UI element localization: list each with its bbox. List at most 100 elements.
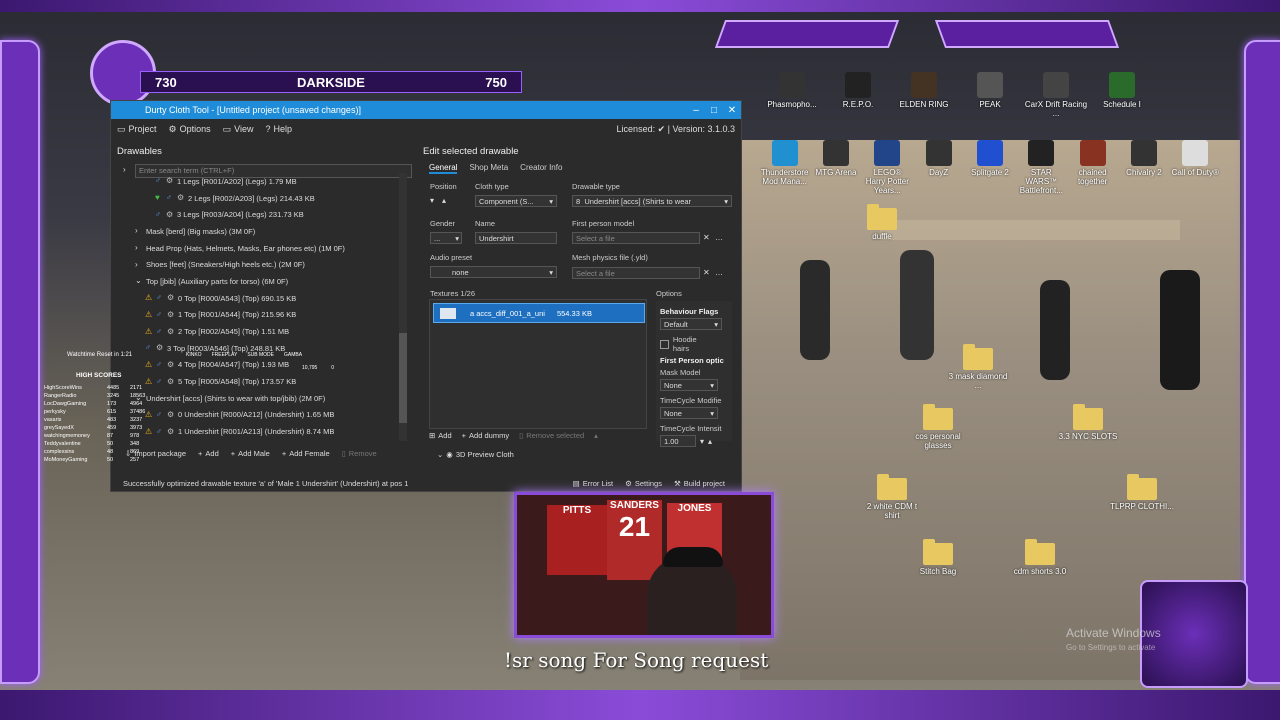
tree-item-label: 5 Top [R005/A548] (Top) 173.57 KB: [178, 377, 297, 387]
tree-item[interactable]: › Shoes [feet] (Sneakers/High heels etc.)…: [125, 256, 405, 273]
add-female-button[interactable]: + Add Female: [282, 449, 330, 458]
desktop-folder[interactable]: 3.3 NYC SLOTS: [1056, 404, 1120, 441]
remove-button[interactable]: ▯ Remove: [342, 449, 377, 458]
drawable-type-select[interactable]: 8 Undershirt [accs] (Shirts to wear ▾: [572, 195, 732, 207]
desktop-icon[interactable]: Schedule I: [1090, 72, 1154, 132]
arrow-down-icon[interactable]: ▾: [700, 437, 704, 446]
add-button[interactable]: + Add: [198, 449, 219, 458]
desktop-icon[interactable]: Thunderstore Mod Mana...: [760, 140, 809, 200]
tree-item[interactable]: ♥ ♂ ⚙ 2 Legs [R002/A203] (Legs) 214.43 KB: [125, 190, 405, 207]
tab-creator-info[interactable]: Creator Info: [520, 163, 562, 174]
fp-model-input[interactable]: Select a file: [572, 232, 700, 244]
score-left: 730: [155, 74, 177, 90]
clear-icon[interactable]: ✕: [703, 233, 710, 242]
player-name: HighScoreWins: [44, 385, 82, 391]
intensity-stepper[interactable]: 1.00 ▾ ▴: [660, 435, 732, 447]
tree-item[interactable]: › Head Prop (Hats, Helmets, Masks, Ear ph…: [125, 240, 405, 257]
preview-3d-label: 3D Preview Cloth: [455, 450, 514, 459]
hoodie-checkbox[interactable]: [660, 339, 669, 349]
desktop-icon[interactable]: DayZ: [914, 140, 963, 200]
hoodie-checkbox-row[interactable]: Hoodie hairs: [656, 330, 714, 353]
tree-item[interactable]: ♂ ⚙ 3 Legs [R003/A204] (Legs) 231.73 KB: [125, 206, 405, 223]
desktop-folder[interactable]: duffle: [850, 204, 914, 241]
tree-item[interactable]: ⚠ ♂ ⚙ 0 Top [R000/A543] (Top) 690.15 KB: [125, 290, 405, 307]
desktop-icon[interactable]: R.E.P.O.: [826, 72, 890, 132]
menu-project[interactable]: ▭ Project: [111, 124, 163, 135]
build-project-button[interactable]: ⚒ Build project: [674, 479, 725, 488]
tree-item[interactable]: ⚠ ♂ ⚙ 5 Top [R005/A548] (Top) 173.57 KB: [125, 373, 405, 390]
texture-buttons: ⊞ Add + Add dummy ▯ Remove selected ▴: [429, 431, 598, 440]
desktop-icon[interactable]: PEAK: [958, 72, 1022, 132]
tree-item[interactable]: ⚠ ♂ ⚙ 0 Undershirt [R000/A212] (Undershirt)…: [125, 407, 405, 424]
desktop-folder[interactable]: 2 white CDM t shirt: [860, 474, 924, 520]
scrollbar-thumb[interactable]: [399, 333, 407, 423]
menu-help[interactable]: ? Help: [260, 124, 299, 134]
tree-item[interactable]: › Mask [berd] (Big masks) (3M 0F): [125, 223, 405, 240]
maximize-button[interactable]: □: [705, 105, 723, 116]
tab-shop-meta[interactable]: Shop Meta: [469, 163, 508, 174]
add-dummy-button[interactable]: + Add dummy: [462, 431, 509, 440]
audio-preset-select[interactable]: none ▾: [430, 266, 557, 278]
arrow-down-icon[interactable]: ▾: [430, 196, 434, 205]
tree-scrollbar[interactable]: [399, 173, 407, 441]
desktop-icon[interactable]: Call of Duty®: [1171, 140, 1220, 200]
desktop-icon[interactable]: Splitgate 2: [965, 140, 1014, 200]
tab-general[interactable]: General: [429, 163, 458, 174]
desktop-icon[interactable]: MTG Arena: [811, 140, 860, 200]
remove-selected-button[interactable]: ▯ Remove selected: [519, 431, 584, 440]
minimize-button[interactable]: –: [687, 105, 705, 116]
desktop-icon[interactable]: Phasmopho...: [760, 72, 824, 132]
clear-icon[interactable]: ✕: [703, 268, 710, 277]
desktop-icon[interactable]: chained together: [1068, 140, 1117, 200]
player-score: 48: [107, 449, 114, 455]
tree-item[interactable]: ♂ ⚙ 1 Legs [R001/A202] (Legs) 1.79 MB: [125, 173, 405, 190]
browse-button[interactable]: …: [715, 268, 723, 277]
menu-options[interactable]: ⚙ Options: [163, 124, 217, 135]
arrow-up-icon[interactable]: ▴: [442, 196, 446, 205]
intensity-value[interactable]: 1.00: [660, 435, 696, 447]
warning-icon: ⚠: [145, 293, 153, 303]
mask-model-select[interactable]: None ▾: [660, 379, 718, 391]
physics-input[interactable]: Select a file: [572, 267, 700, 279]
tree-item[interactable]: ⚠ ♂ ⚙ 1 Undershirt [R001/A213] (Undershirt)…: [125, 423, 405, 440]
texture-item-selected[interactable]: a accs_diff_001_a_uni 554.33 KB: [433, 303, 645, 323]
desktop-folder[interactable]: Stitch Bag: [906, 539, 970, 576]
add-texture-button[interactable]: ⊞ Add: [429, 431, 452, 440]
edit-drawable-title: Edit selected drawable: [423, 146, 519, 157]
position-stepper[interactable]: ▾ ▴: [430, 196, 446, 205]
tree-item[interactable]: ⌄ Top [jbib] (Auxiliary parts for torso) …: [125, 273, 405, 290]
male-icon: ♂: [156, 376, 162, 386]
chevron-up-icon[interactable]: ▴: [594, 431, 598, 440]
desktop-folder[interactable]: cos personal glasses: [906, 404, 970, 450]
window-titlebar: Durty Cloth Tool - [Untitled project (un…: [111, 101, 741, 119]
desktop-icon-label: MTG Arena: [815, 168, 857, 177]
close-button[interactable]: ✕: [723, 105, 741, 116]
settings-label: Settings: [634, 478, 662, 488]
desktop-folder[interactable]: cdm shorts 3.0: [1008, 539, 1072, 576]
behaviour-select[interactable]: Default ▾: [660, 318, 722, 330]
desktop-icon-label: STAR WARS™ Battlefront...: [1019, 168, 1063, 195]
desktop-icon[interactable]: ELDEN RING: [892, 72, 956, 132]
desktop-folder[interactable]: TLPRP CLOTHI...: [1110, 474, 1174, 511]
tree-item[interactable]: ⚠ ♂ ⚙ 4 Top [R004/A547] (Top) 1.93 MB: [125, 357, 405, 374]
cloth-type-select[interactable]: Component (S... ▾: [475, 195, 557, 207]
tree-item[interactable]: ⚠ ♂ ⚙ 1 Top [R001/A544] (Top) 215.96 KB: [125, 307, 405, 324]
browse-button[interactable]: …: [715, 233, 723, 242]
gender-select[interactable]: ... ▾: [430, 232, 462, 244]
desktop-icon[interactable]: STAR WARS™ Battlefront...: [1017, 140, 1066, 200]
desktop-icon[interactable]: CarX Drift Racing ...: [1024, 72, 1088, 132]
add-male-button[interactable]: + Add Male: [231, 449, 270, 458]
name-input[interactable]: Undershirt: [475, 232, 557, 244]
tree-item[interactable]: ⚠ ♂ ⚙ 2 Top [R002/A545] (Top) 1.51 MB: [125, 323, 405, 340]
desktop-icon[interactable]: LEGO® Harry Potter Years...: [863, 140, 912, 200]
desktop-icon[interactable]: Chivalry 2: [1119, 140, 1168, 200]
tree-item[interactable]: ⌄ Undershirt [accs] (Shirts to wear with …: [125, 390, 405, 407]
desktop-folder[interactable]: 3 mask diamond ...: [946, 344, 1010, 390]
preview-3d-toggle[interactable]: ⌄ ◉ 3D Preview Cloth: [437, 450, 514, 459]
menu-view[interactable]: ▭ View: [217, 124, 260, 135]
mask-model-label: Mask Model: [660, 368, 701, 377]
arrow-up-icon[interactable]: ▴: [708, 437, 712, 446]
error-list-button[interactable]: ▤ Error List: [573, 479, 614, 488]
timecycle-select[interactable]: None ▾: [660, 407, 718, 419]
settings-button[interactable]: ⚙ Settings: [625, 479, 662, 488]
